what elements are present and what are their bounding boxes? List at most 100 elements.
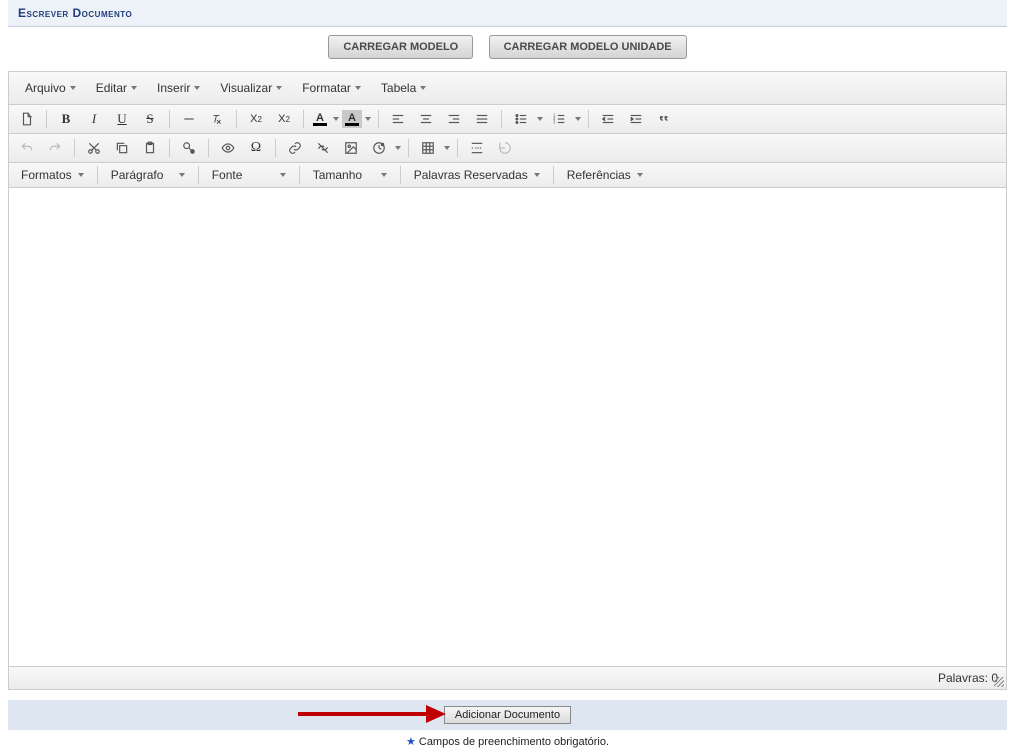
- datetime-icon[interactable]: [366, 137, 392, 159]
- toolbar-row-2: Ω: [9, 134, 1006, 163]
- hr-icon[interactable]: [176, 108, 202, 130]
- datetime-dropdown[interactable]: [393, 137, 403, 159]
- caret-icon: [381, 173, 387, 177]
- text-color-icon[interactable]: A: [310, 110, 330, 128]
- separator: [198, 166, 199, 184]
- blockquote-icon[interactable]: [651, 108, 677, 130]
- separator: [501, 110, 502, 128]
- menu-table[interactable]: Tabela: [371, 76, 436, 100]
- font-dropdown[interactable]: Fonte: [204, 165, 294, 185]
- caret-icon: [637, 173, 643, 177]
- underline-icon[interactable]: U: [109, 108, 135, 130]
- align-left-icon[interactable]: [385, 108, 411, 130]
- caret-icon: [534, 173, 540, 177]
- toolbar-row-1: B I U S X2 X2 A A: [9, 105, 1006, 134]
- separator: [378, 110, 379, 128]
- menu-edit[interactable]: Editar: [86, 76, 147, 100]
- table-icon[interactable]: [415, 137, 441, 159]
- editor-container: Arquivo Editar Inserir Visualizar Format…: [8, 71, 1007, 690]
- menu-insert[interactable]: Inserir: [147, 76, 210, 100]
- caret-icon: [420, 86, 426, 90]
- subscript-icon[interactable]: X2: [243, 108, 269, 130]
- editor-menubar: Arquivo Editar Inserir Visualizar Format…: [9, 72, 1006, 105]
- caret-icon: [194, 86, 200, 90]
- separator: [303, 110, 304, 128]
- caret-icon: [131, 86, 137, 90]
- caret-icon: [280, 173, 286, 177]
- add-document-button[interactable]: Adicionar Documento: [444, 706, 571, 724]
- separator: [169, 139, 170, 157]
- numbered-list-dropdown[interactable]: [573, 108, 583, 130]
- link-icon[interactable]: [282, 137, 308, 159]
- separator: [299, 166, 300, 184]
- caret-icon: [179, 173, 185, 177]
- image-icon[interactable]: [338, 137, 364, 159]
- size-dropdown[interactable]: Tamanho: [305, 165, 395, 185]
- reserved-words-dropdown[interactable]: Palavras Reservadas: [406, 165, 548, 185]
- bullet-list-dropdown[interactable]: [535, 108, 545, 130]
- special-char-icon[interactable]: Ω: [243, 137, 269, 159]
- model-buttons-row: CARREGAR MODELO CARREGAR MODELO UNIDADE: [8, 27, 1007, 71]
- text-color-dropdown[interactable]: [331, 108, 341, 130]
- caret-icon: [333, 117, 339, 121]
- find-replace-icon[interactable]: [176, 137, 202, 159]
- formats-dropdown[interactable]: Formatos: [13, 165, 92, 185]
- separator: [208, 139, 209, 157]
- paste-icon[interactable]: [137, 137, 163, 159]
- resize-handle-icon[interactable]: [994, 677, 1004, 687]
- separator: [553, 166, 554, 184]
- editor-content-area[interactable]: [9, 188, 1006, 666]
- section-title: Escrever Documento: [18, 6, 132, 20]
- undo-icon[interactable]: [14, 137, 40, 159]
- required-star-icon: ★: [406, 736, 416, 748]
- separator: [46, 110, 47, 128]
- menu-format[interactable]: Formatar: [292, 76, 371, 100]
- indent-icon[interactable]: [623, 108, 649, 130]
- menu-view[interactable]: Visualizar: [210, 76, 292, 100]
- strikethrough-icon[interactable]: S: [137, 108, 163, 130]
- background-color-dropdown[interactable]: [363, 108, 373, 130]
- unlink-icon[interactable]: [310, 137, 336, 159]
- footer-bar: Adicionar Documento: [8, 700, 1007, 730]
- caret-icon: [395, 146, 401, 150]
- caret-icon: [365, 117, 371, 121]
- background-color-icon[interactable]: A: [342, 110, 362, 128]
- italic-icon[interactable]: I: [81, 108, 107, 130]
- bold-icon[interactable]: B: [53, 108, 79, 130]
- bullet-list-icon[interactable]: [508, 108, 534, 130]
- caret-icon: [78, 173, 84, 177]
- caret-icon: [444, 146, 450, 150]
- copy-icon[interactable]: [109, 137, 135, 159]
- caret-icon: [355, 86, 361, 90]
- cut-icon[interactable]: [81, 137, 107, 159]
- load-model-button[interactable]: CARREGAR MODELO: [328, 35, 473, 59]
- align-justify-icon[interactable]: [469, 108, 495, 130]
- separator: [74, 139, 75, 157]
- separator: [457, 139, 458, 157]
- word-count-label: Palavras:: [938, 671, 988, 685]
- numbered-list-icon[interactable]: 123: [546, 108, 572, 130]
- preview-icon[interactable]: [215, 137, 241, 159]
- align-center-icon[interactable]: [413, 108, 439, 130]
- load-unit-model-button[interactable]: CARREGAR MODELO UNIDADE: [489, 35, 687, 59]
- restore-icon[interactable]: [492, 137, 518, 159]
- clear-format-icon[interactable]: [204, 108, 230, 130]
- new-document-icon[interactable]: [14, 108, 40, 130]
- superscript-icon[interactable]: X2: [271, 108, 297, 130]
- separator: [408, 139, 409, 157]
- separator: [97, 166, 98, 184]
- references-dropdown[interactable]: Referências: [559, 165, 651, 185]
- caret-icon: [575, 117, 581, 121]
- redo-icon[interactable]: [42, 137, 68, 159]
- table-dropdown[interactable]: [442, 137, 452, 159]
- annotation-arrow-icon: [298, 700, 448, 728]
- outdent-icon[interactable]: [595, 108, 621, 130]
- separator: [400, 166, 401, 184]
- paragraph-dropdown[interactable]: Parágrafo: [103, 165, 193, 185]
- toolbar-row-3: Formatos Parágrafo Fonte Tamanho Palavra…: [9, 163, 1006, 188]
- align-right-icon[interactable]: [441, 108, 467, 130]
- page-break-icon[interactable]: [464, 137, 490, 159]
- section-header: Escrever Documento: [8, 0, 1007, 27]
- menu-file[interactable]: Arquivo: [15, 76, 86, 100]
- svg-text:3: 3: [553, 120, 556, 125]
